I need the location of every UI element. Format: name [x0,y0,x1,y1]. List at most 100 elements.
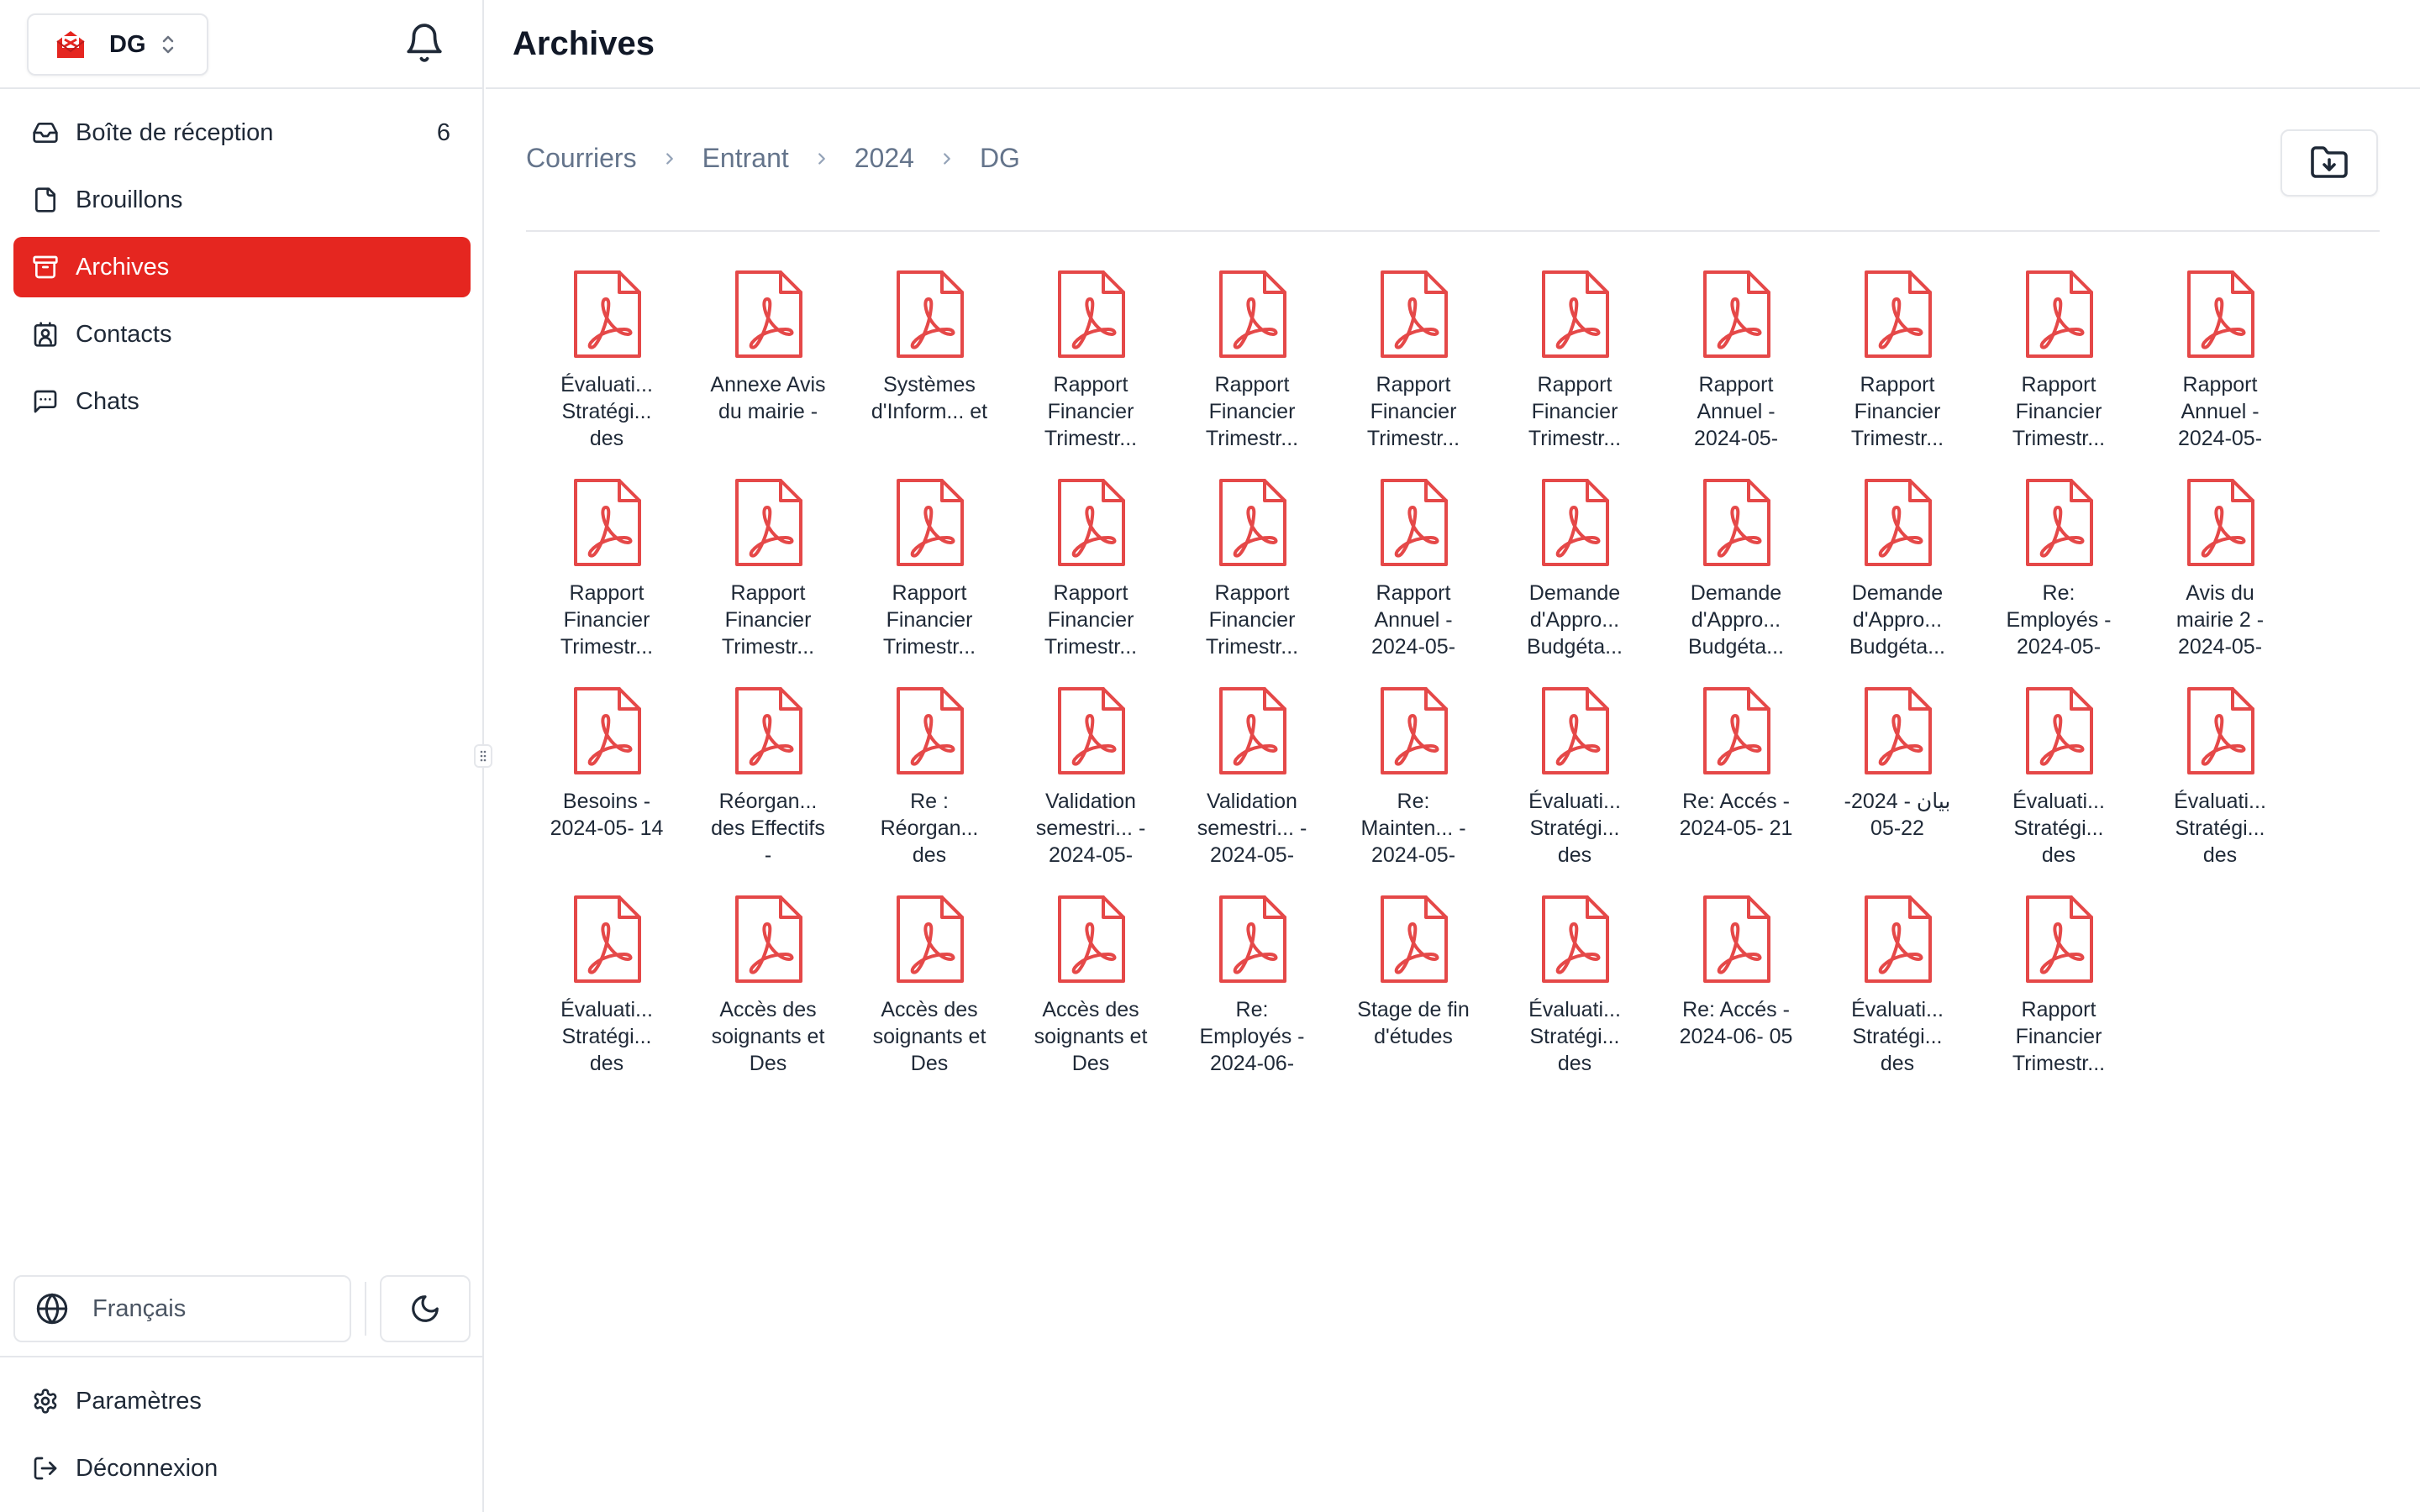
unread-count-badge: 6 [436,118,450,146]
file-item[interactable]: Re: Employés - 2024-06- [1171,890,1333,1099]
file-item[interactable]: Évaluati... Stratégi... des [1494,682,1655,890]
file-name: Évaluati... Stratégi... des [2012,790,2105,867]
chevron-right-icon [666,152,673,165]
breadcrumb: Courriers Entrant 2024 DG [526,143,1020,174]
language-select[interactable]: Français [13,1275,351,1342]
pdf-file-icon [1537,894,1612,986]
file-item[interactable]: Avis du mairie 2 - 2024-05- [2139,474,2301,682]
file-item[interactable]: Annexe Avis du mairie - [687,265,849,474]
file-item[interactable]: Réorgan... des Effectifs - [687,682,849,890]
file-item[interactable]: Rapport Financier Trimestr... [1817,265,1978,474]
file-item[interactable]: Rapport Financier Trimestr... [1010,474,1171,682]
file-item[interactable]: Rapport Financier Trimestr... [526,474,687,682]
file-name: Rapport Annuel - 2024-05- [2177,373,2263,450]
file-item[interactable]: بيان - 2024- 22-05 [1817,682,1978,890]
file-name: Re: Employés - 2024-05- [2006,581,2112,659]
file-item[interactable]: Besoins - 2024-05- 14 [526,682,687,890]
nav-item-logout[interactable]: Déconnexion [13,1438,471,1499]
inbox-icon [33,123,58,143]
file-item[interactable]: Rapport Annuel - 2024-05- [2139,265,2301,474]
file-item[interactable]: Demande d'Appro... Budgéta... [1817,474,1978,682]
language-value: Français [92,1294,187,1322]
pdf-file-icon [569,269,644,361]
file-item[interactable]: Rapport Annuel - 2024-05- [1333,474,1494,682]
nav-item-settings[interactable]: Paramètres [13,1371,471,1431]
org-switcher[interactable]: DG [27,13,208,76]
breadcrumb-item[interactable]: Entrant [702,143,789,174]
pdf-file-icon [892,269,967,361]
file-item[interactable]: Rapport Financier Trimestr... [687,474,849,682]
pdf-file-icon [1053,269,1128,361]
file-item[interactable]: Accès des soignants et Des [849,890,1010,1099]
file-name: Re: Accés - 2024-05- 21 [1679,790,1793,840]
divider [0,1356,484,1357]
file-item[interactable]: Évaluati... Stratégi... des [1817,890,1978,1099]
pdf-file-icon [2021,685,2096,778]
logout-icon [34,1457,57,1480]
file-item[interactable]: Validation semestri... - 2024-05- [1010,682,1171,890]
nav-item-contacts[interactable]: Contacts [13,304,471,365]
file-item[interactable]: Rapport Financier Trimestr... [849,474,1010,682]
file-name: Annexe Avis du mairie - [710,373,826,423]
nav-item-drafts[interactable]: Brouillons [13,170,471,230]
file-item[interactable]: Évaluati... Stratégi... des [2139,682,2301,890]
file-item[interactable]: Demande d'Appro... Budgéta... [1494,474,1655,682]
nav-label: Chats [76,387,139,415]
file-item[interactable]: Accès des soignants et Des [687,890,849,1099]
pdf-file-icon [1698,894,1774,986]
breadcrumb-item[interactable]: DG [980,143,1020,174]
breadcrumb-item[interactable]: 2024 [855,143,914,174]
file-item[interactable]: Re: Mainten... - 2024-05- [1333,682,1494,890]
main-nav: Boîte de réception 6 Brouillons Archives… [13,102,471,438]
file-item[interactable]: Re: Accés - 2024-05- 21 [1655,682,1817,890]
file-name: Stage de fin d'études [1357,998,1470,1048]
pdf-file-icon [892,685,967,778]
pdf-file-icon [1053,685,1128,778]
file-item[interactable]: Rapport Financier Trimestr... [1171,474,1333,682]
file-name: Accès des soignants et Des [1034,998,1148,1075]
file-item[interactable]: Re : Réorgan... des [849,682,1010,890]
file-item[interactable]: Stage de fin d'études [1333,890,1494,1099]
nav-label: Paramètres [76,1387,202,1415]
file-item[interactable]: Évaluati... Stratégi... des [1978,682,2139,890]
file-item[interactable]: Re: Employés - 2024-05- [1978,474,2139,682]
file-item[interactable]: Rapport Annuel - 2024-05- [1655,265,1817,474]
file-item[interactable]: Rapport Financier Trimestr... [1333,265,1494,474]
file-item[interactable]: Re: Accés - 2024-06- 05 [1655,890,1817,1099]
file-name: Rapport Financier Trimestr... [1205,581,1299,659]
file-name: Rapport Annuel - 2024-05- [1370,581,1456,659]
file-item[interactable]: Demande d'Appro... Budgéta... [1655,474,1817,682]
file-name: Évaluati... Stratégi... des [1528,998,1621,1075]
file-item[interactable]: Rapport Financier Trimestr... [1494,265,1655,474]
bell-icon[interactable] [403,22,445,64]
file-name: Rapport Financier Trimestr... [2012,998,2106,1075]
file-item[interactable]: Rapport Financier Trimestr... [1171,265,1333,474]
file-item[interactable]: Rapport Financier Trimestr... [1978,890,2139,1099]
nav-item-archives[interactable]: Archives [13,237,471,297]
file-item[interactable]: Évaluati... Stratégi... des [526,890,687,1099]
file-name: Évaluati... Stratégi... des [560,373,653,450]
pdf-file-icon [1860,685,1935,778]
folder-download-button[interactable] [2281,129,2378,197]
org-name: DG [109,30,146,58]
nav-item-chats[interactable]: Chats [13,371,471,432]
pdf-file-icon [569,894,644,986]
pdf-file-icon [1376,269,1451,361]
file-item[interactable]: Systèmes d'Inform... et [849,265,1010,474]
chevron-right-icon [944,152,950,165]
file-name: Évaluati... Stratégi... des [1851,998,1944,1075]
nav-item-inbox[interactable]: Boîte de réception 6 [13,102,471,163]
pdf-file-icon [2021,269,2096,361]
file-item[interactable]: Validation semestri... - 2024-05- [1171,682,1333,890]
file-name: Rapport Financier Trimestr... [1205,373,1299,450]
file-item[interactable]: Rapport Financier Trimestr... [1010,265,1171,474]
file-item[interactable]: Accès des soignants et Des [1010,890,1171,1099]
theme-toggle-button[interactable] [380,1275,471,1342]
file-item[interactable]: Rapport Financier Trimestr... [1978,265,2139,474]
breadcrumb-item[interactable]: Courriers [526,143,637,174]
bottom-nav: Paramètres Déconnexion [13,1371,471,1505]
file-item[interactable]: Évaluati... Stratégi... des [526,265,687,474]
gear-icon [34,1389,57,1414]
pdf-file-icon [730,477,806,570]
file-item[interactable]: Évaluati... Stratégi... des [1494,890,1655,1099]
